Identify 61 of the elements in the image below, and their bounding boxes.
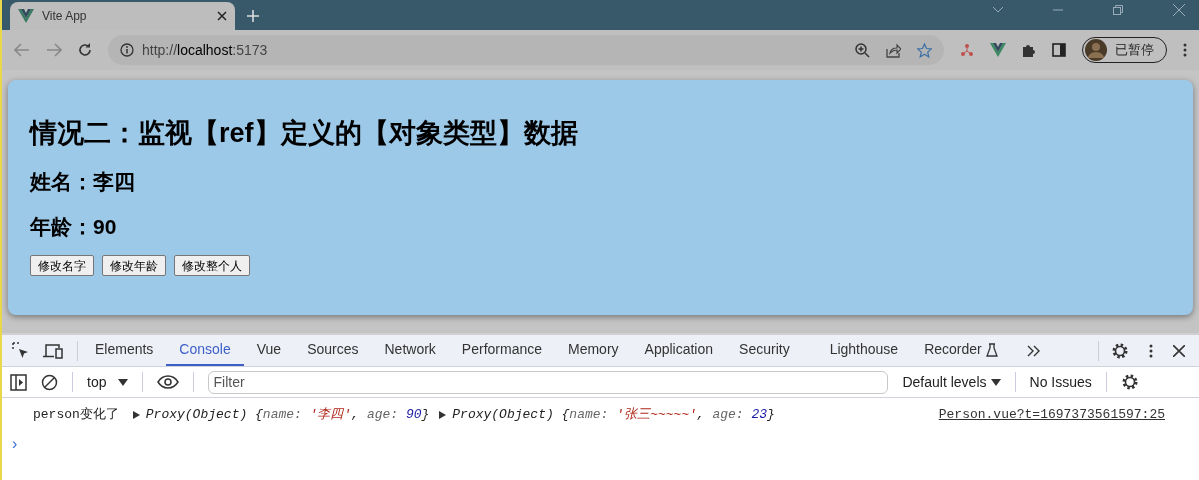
filter-field[interactable]: Filter xyxy=(208,370,889,394)
devtools-tab[interactable]: Vue xyxy=(243,335,295,366)
devtools-tab[interactable]: Application xyxy=(631,335,727,366)
close-icon[interactable] xyxy=(1173,344,1185,357)
devtools-tab[interactable]: Network xyxy=(371,335,449,366)
browser-tab[interactable]: Vite App xyxy=(10,2,235,30)
devtools-tab[interactable]: Performance xyxy=(448,335,555,366)
new-tab-icon[interactable] xyxy=(247,10,259,22)
share-icon[interactable] xyxy=(886,42,901,58)
devtools-tab[interactable]: Lighthouse xyxy=(816,335,912,366)
more-icon[interactable] xyxy=(1149,343,1153,358)
expand-triangle-icon xyxy=(439,411,447,419)
side-panel-icon[interactable] xyxy=(1052,43,1066,57)
zoom-icon[interactable] xyxy=(855,42,870,58)
page-heading: 情况二：监视【ref】定义的【对象类型】数据 xyxy=(30,120,579,147)
tab-title: Vite App xyxy=(42,8,88,25)
expand-triangle-icon xyxy=(132,411,140,419)
address-bar[interactable]: http://localhost:5173 xyxy=(108,35,944,65)
dropdown-arrow-icon xyxy=(990,378,1001,386)
devtools-tab[interactable]: Sources xyxy=(294,335,372,366)
log-message: person变化了 xyxy=(33,406,119,425)
source-link[interactable]: Person.vue?t=1697373561597:25 xyxy=(938,405,1165,425)
console-prompt[interactable]: › xyxy=(12,435,18,452)
devtools-tab[interactable]: Recorder xyxy=(911,335,1011,366)
more-icon[interactable] xyxy=(1183,43,1187,57)
info-line: 姓名：李四 xyxy=(30,171,135,192)
settings-icon[interactable] xyxy=(1120,373,1139,391)
extension-icon[interactable] xyxy=(960,43,974,57)
reload-icon[interactable] xyxy=(78,43,92,57)
devtools-tab[interactable]: Elements xyxy=(82,335,167,366)
clear-icon[interactable] xyxy=(41,373,58,391)
eye-icon[interactable] xyxy=(157,375,180,389)
flask-icon xyxy=(985,342,998,357)
page-button[interactable]: 修改整个人 xyxy=(174,255,250,276)
vue-logo-icon[interactable] xyxy=(990,43,1006,57)
devtools-tab[interactable]: Console xyxy=(166,335,244,366)
settings-icon[interactable] xyxy=(1111,341,1129,360)
close-icon[interactable] xyxy=(217,11,227,21)
object-preview[interactable]: Proxy(Object) {name: '李四', age: 90} xyxy=(132,405,430,425)
page-button[interactable]: 修改年龄 xyxy=(102,255,166,276)
inspect-icon[interactable] xyxy=(12,342,29,359)
dropdown-arrow-icon xyxy=(118,378,129,386)
info-icon xyxy=(120,43,134,57)
v-logo-icon xyxy=(18,9,34,23)
avatar-icon xyxy=(1085,39,1107,61)
devtools-tab[interactable]: Security xyxy=(726,335,803,366)
chevron-down-icon[interactable] xyxy=(993,7,1003,13)
puzzle-icon[interactable] xyxy=(1022,43,1036,57)
star-icon[interactable] xyxy=(917,42,932,58)
devtools-tab[interactable]: Memory xyxy=(555,335,632,366)
issues-label: No Issues xyxy=(1029,372,1092,392)
more-tabs-icon[interactable] xyxy=(1026,344,1041,357)
context-dropdown[interactable]: top xyxy=(87,371,129,393)
object-preview[interactable]: Proxy(Object) {name: '张三~~~~~', age: 23} xyxy=(439,405,775,425)
restore-icon[interactable] xyxy=(1113,5,1123,15)
levels-dropdown[interactable]: Default levels xyxy=(902,371,1001,393)
sidebar-toggle-icon[interactable] xyxy=(10,373,27,391)
device-icon[interactable] xyxy=(43,342,63,359)
info-line: 年龄：90 xyxy=(30,216,117,237)
url-text: http://localhost:5173 xyxy=(142,40,268,60)
page-button[interactable]: 修改名字 xyxy=(30,255,94,276)
